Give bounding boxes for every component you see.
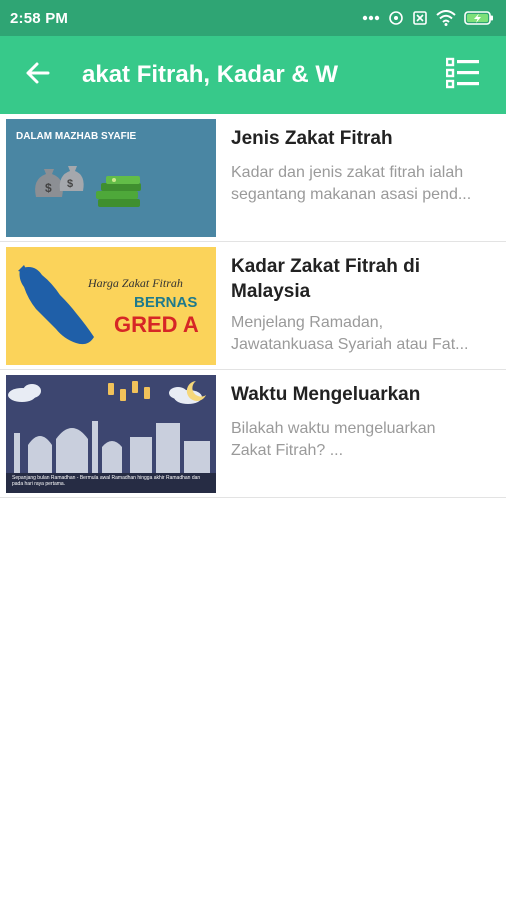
arrow-left-icon [24,61,50,90]
thumb-caption: GRED A [114,312,199,337]
list-item[interactable]: Harga Zakat Fitrah BERNAS GRED A Kadar Z… [0,242,506,370]
thumb-caption: BERNAS [134,294,197,311]
no-sim-icon [412,10,428,26]
list-view-icon [445,57,480,94]
dots-icon [362,15,380,21]
list-view-button[interactable] [420,36,506,114]
status-icons [362,10,494,26]
article-description: Bilakah waktu mengeluarkan Zakat Fitrah?… [231,418,494,462]
article-text: Kadar Zakat Fitrah di Malaysia Menjelang… [216,247,506,369]
back-button[interactable] [0,36,74,114]
article-description-line: Jawatankuasa Syariah atau Fat... [231,336,469,353]
article-title: Jenis Zakat Fitrah [231,128,393,149]
article-description-line: segantang makanan asasi pend... [231,186,472,203]
list-item[interactable]: DALAM MAZHAB SYAFIE $ $ Jenis Zakat Fitr… [0,114,506,242]
battery-charging-icon [464,10,494,26]
article-description-line: Zakat Fitrah? ... [231,442,344,459]
svg-text:$: $ [67,178,73,190]
article-text: Jenis Zakat Fitrah Kadar dan jenis zakat… [216,119,506,241]
article-list: DALAM MAZHAB SYAFIE $ $ Jenis Zakat Fitr… [0,114,506,498]
article-description: Menjelang Ramadan, Jawatankuasa Syariah … [231,312,494,356]
article-thumbnail: Harga Zakat Fitrah BERNAS GRED A [6,247,216,365]
article-text: Waktu Mengeluarkan Bilakah waktu mengelu… [216,375,506,497]
article-description-line: Kadar dan jenis zakat fitrah ialah [231,164,464,181]
location-icon [388,10,404,26]
svg-text:$: $ [45,181,52,195]
article-description-line: Menjelang Ramadan, [231,314,384,331]
article-title: Waktu Mengeluarkan [231,384,421,405]
wifi-icon [436,10,456,26]
thumb-caption: Harga Zakat Fitrah [87,276,183,290]
app-bar: akat Fitrah, Kadar & W [0,36,506,114]
article-thumbnail: DALAM MAZHAB SYAFIE $ $ [6,119,216,237]
article-thumbnail: Sepanjang bulan Ramadhan - Bermula awal … [6,375,216,493]
thumb-caption: DALAM MAZHAB SYAFIE [16,131,137,142]
article-description: Kadar dan jenis zakat fitrah ialah segan… [231,162,494,206]
status-time: 2:58 PM [10,9,69,27]
list-item[interactable]: Sepanjang bulan Ramadhan - Bermula awal … [0,370,506,498]
article-description-line: Bilakah waktu mengeluarkan [231,420,436,437]
status-bar: 2:58 PM [0,0,506,36]
page-title: akat Fitrah, Kadar & W [74,61,410,89]
thumb-caption: Sepanjang bulan Ramadhan - Bermula awal … [12,475,201,487]
page-title-text: akat Fitrah, Kadar & W [82,61,339,88]
article-title: Kadar Zakat Fitrah di Malaysia [231,256,420,302]
